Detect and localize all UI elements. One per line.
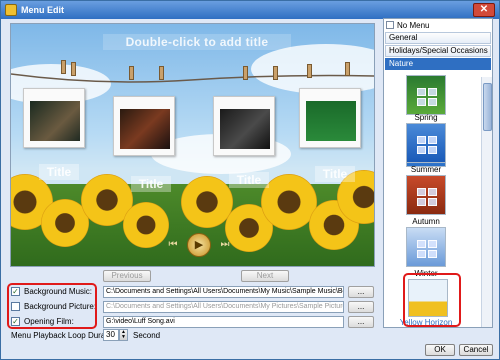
- clothespin-icon: [71, 62, 76, 76]
- scrollbar-thumb[interactable]: [483, 83, 492, 131]
- background-picture-browse-button[interactable]: ...: [348, 301, 374, 313]
- template-label-spring: Spring: [414, 113, 438, 122]
- next-chapter-icon[interactable]: ⏭: [217, 237, 233, 253]
- no-menu-option[interactable]: No Menu: [386, 21, 429, 31]
- background-music-path-field[interactable]: C:\Documents and Settings\All Users\Docu…: [103, 286, 344, 298]
- ok-button[interactable]: OK: [425, 344, 455, 356]
- app-icon: [5, 4, 17, 16]
- clothespin-icon: [243, 66, 248, 80]
- category-holidays[interactable]: Holidays/Special Occasions: [385, 45, 491, 57]
- highlight-annotation: [7, 283, 97, 329]
- chapter-thumbnail-image: [306, 101, 356, 141]
- clothespin-icon: [307, 64, 312, 78]
- previous-button[interactable]: Previous: [103, 270, 151, 282]
- menu-preview[interactable]: Double-click to add title Title Title Ti…: [10, 23, 375, 267]
- template-thumbnail-1[interactable]: [406, 75, 446, 115]
- template-preview-icon: [417, 88, 437, 106]
- next-button[interactable]: Next: [241, 270, 289, 282]
- chapter-title-4[interactable]: Title: [315, 166, 355, 182]
- chapter-thumbnail-1[interactable]: [23, 88, 85, 148]
- chapter-title-3[interactable]: Title: [229, 172, 269, 188]
- clothespin-icon: [273, 66, 278, 80]
- no-menu-label: No Menu: [397, 21, 430, 30]
- title-bar: Menu Edit ✕: [1, 1, 499, 19]
- opening-film-browse-button[interactable]: ...: [348, 316, 374, 328]
- cancel-button[interactable]: Cancel: [459, 344, 493, 356]
- template-label-summer: Summer: [410, 165, 442, 174]
- playback-controls: ⏮ ▶ ⏭: [161, 233, 239, 257]
- chapter-thumbnail-image: [220, 109, 270, 149]
- menu-edit-window: Menu Edit ✕ Double-click to add title Ti…: [0, 0, 500, 360]
- play-icon[interactable]: ▶: [187, 233, 211, 257]
- template-thumbnail-autumn[interactable]: [406, 175, 446, 215]
- chapter-thumbnail-image: [30, 101, 80, 141]
- clothespin-icon: [345, 62, 350, 76]
- close-button[interactable]: ✕: [473, 3, 495, 17]
- opening-film-path-field[interactable]: G:\video\Luff Song.avi: [103, 316, 344, 328]
- background-picture-path-field[interactable]: C:\Documents and Settings\All Users\Docu…: [103, 301, 344, 313]
- loop-duration-input[interactable]: 30: [103, 329, 119, 341]
- clothespin-icon: [129, 66, 134, 80]
- chapter-thumbnail-4[interactable]: [299, 88, 361, 148]
- chapter-title-2[interactable]: Title: [131, 176, 171, 192]
- chapter-thumbnail-2[interactable]: [113, 96, 175, 156]
- template-scrollbar[interactable]: [481, 77, 492, 327]
- template-thumbnail-winter[interactable]: [406, 227, 446, 267]
- template-label-autumn: Autumn: [412, 217, 440, 226]
- previous-chapter-icon[interactable]: ⏮: [165, 237, 181, 253]
- template-preview-icon: [417, 188, 437, 206]
- template-preview-icon: [417, 240, 437, 258]
- window-title: Menu Edit: [21, 5, 64, 15]
- category-general[interactable]: General: [385, 32, 491, 44]
- chapter-thumbnail-3[interactable]: [213, 96, 275, 156]
- clothespin-icon: [159, 66, 164, 80]
- no-menu-checkbox[interactable]: [386, 21, 394, 29]
- category-nature[interactable]: Nature: [385, 58, 491, 70]
- chapter-title-1[interactable]: Title: [39, 164, 79, 180]
- template-preview-icon: [417, 136, 437, 154]
- loop-duration-spinner[interactable]: ▲ ▼: [119, 329, 128, 341]
- chapter-thumbnail-image: [120, 109, 170, 149]
- background-music-browse-button[interactable]: ...: [348, 286, 374, 298]
- clothespin-icon: [61, 60, 66, 74]
- loop-duration-unit: Second: [133, 331, 161, 340]
- selection-highlight-annotation: [403, 273, 461, 327]
- template-thumbnail-summer[interactable]: [406, 123, 446, 163]
